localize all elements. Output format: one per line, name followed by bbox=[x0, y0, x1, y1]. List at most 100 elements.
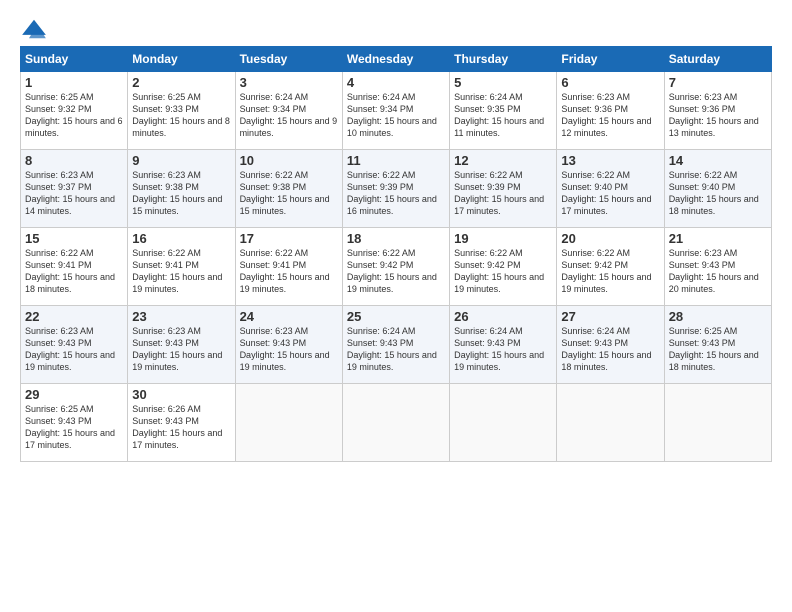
logo-icon bbox=[20, 18, 48, 40]
calendar-cell: 6Sunrise: 6:23 AMSunset: 9:36 PMDaylight… bbox=[557, 72, 664, 150]
cell-info: Sunrise: 6:24 AMSunset: 9:34 PMDaylight:… bbox=[240, 92, 338, 138]
cell-day-number: 20 bbox=[561, 231, 659, 246]
calendar-cell: 28 Sunrise: 6:25 AMSunset: 9:43 PMDayligh… bbox=[664, 306, 771, 384]
cell-day-number: 16 bbox=[132, 231, 230, 246]
cell-info: Sunrise: 6:22 AMSunset: 9:38 PMDaylight:… bbox=[240, 170, 330, 216]
calendar-cell: 13 Sunrise: 6:22 AMSunset: 9:40 PMDayligh… bbox=[557, 150, 664, 228]
calendar-cell: 15 Sunrise: 6:22 AMSunset: 9:41 PMDayligh… bbox=[21, 228, 128, 306]
calendar-cell: 23 Sunrise: 6:23 AMSunset: 9:43 PMDayligh… bbox=[128, 306, 235, 384]
cell-info: Sunrise: 6:23 AMSunset: 9:43 PMDaylight:… bbox=[132, 326, 222, 372]
calendar-cell: 19 Sunrise: 6:22 AMSunset: 9:42 PMDayligh… bbox=[450, 228, 557, 306]
cell-info: Sunrise: 6:22 AMSunset: 9:42 PMDaylight:… bbox=[347, 248, 437, 294]
day-header-friday: Friday bbox=[557, 47, 664, 72]
day-header-sunday: Sunday bbox=[21, 47, 128, 72]
cell-day-number: 15 bbox=[25, 231, 123, 246]
calendar-cell bbox=[450, 384, 557, 462]
cell-info: Sunrise: 6:24 AMSunset: 9:34 PMDaylight:… bbox=[347, 92, 437, 138]
cell-day-number: 19 bbox=[454, 231, 552, 246]
cell-day-number: 10 bbox=[240, 153, 338, 168]
cell-info: Sunrise: 6:25 AMSunset: 9:33 PMDaylight:… bbox=[132, 92, 230, 138]
cell-day-number: 2 bbox=[132, 75, 230, 90]
calendar-cell: 9 Sunrise: 6:23 AMSunset: 9:38 PMDaylight… bbox=[128, 150, 235, 228]
calendar-page: SundayMondayTuesdayWednesdayThursdayFrid… bbox=[0, 0, 792, 612]
calendar-week-row: 29 Sunrise: 6:25 AMSunset: 9:43 PMDayligh… bbox=[21, 384, 772, 462]
calendar-week-row: 22 Sunrise: 6:23 AMSunset: 9:43 PMDayligh… bbox=[21, 306, 772, 384]
cell-info: Sunrise: 6:23 AMSunset: 9:38 PMDaylight:… bbox=[132, 170, 222, 216]
calendar-cell: 14 Sunrise: 6:22 AMSunset: 9:40 PMDayligh… bbox=[664, 150, 771, 228]
cell-info: Sunrise: 6:24 AMSunset: 9:43 PMDaylight:… bbox=[454, 326, 544, 372]
calendar-cell: 12 Sunrise: 6:22 AMSunset: 9:39 PMDayligh… bbox=[450, 150, 557, 228]
calendar-cell: 17 Sunrise: 6:22 AMSunset: 9:41 PMDayligh… bbox=[235, 228, 342, 306]
calendar-cell: 5Sunrise: 6:24 AMSunset: 9:35 PMDaylight… bbox=[450, 72, 557, 150]
calendar-cell: 1Sunrise: 6:25 AMSunset: 9:32 PMDaylight… bbox=[21, 72, 128, 150]
cell-day-number: 23 bbox=[132, 309, 230, 324]
cell-info: Sunrise: 6:26 AMSunset: 9:43 PMDaylight:… bbox=[132, 404, 222, 450]
calendar-cell: 24 Sunrise: 6:23 AMSunset: 9:43 PMDayligh… bbox=[235, 306, 342, 384]
calendar-week-row: 1Sunrise: 6:25 AMSunset: 9:32 PMDaylight… bbox=[21, 72, 772, 150]
cell-day-number: 7 bbox=[669, 75, 767, 90]
cell-day-number: 18 bbox=[347, 231, 445, 246]
cell-day-number: 27 bbox=[561, 309, 659, 324]
cell-day-number: 22 bbox=[25, 309, 123, 324]
cell-day-number: 4 bbox=[347, 75, 445, 90]
cell-info: Sunrise: 6:23 AMSunset: 9:43 PMDaylight:… bbox=[240, 326, 330, 372]
calendar-week-row: 8Sunrise: 6:23 AMSunset: 9:37 PMDaylight… bbox=[21, 150, 772, 228]
day-header-saturday: Saturday bbox=[664, 47, 771, 72]
calendar-cell bbox=[342, 384, 449, 462]
calendar-cell: 10 Sunrise: 6:22 AMSunset: 9:38 PMDayligh… bbox=[235, 150, 342, 228]
calendar-cell: 22 Sunrise: 6:23 AMSunset: 9:43 PMDayligh… bbox=[21, 306, 128, 384]
calendar-cell: 16Sunrise: 6:22 AMSunset: 9:41 PMDayligh… bbox=[128, 228, 235, 306]
calendar-cell: 20Sunrise: 6:22 AMSunset: 9:42 PMDayligh… bbox=[557, 228, 664, 306]
cell-day-number: 9 bbox=[132, 153, 230, 168]
calendar-cell: 27Sunrise: 6:24 AMSunset: 9:43 PMDayligh… bbox=[557, 306, 664, 384]
calendar-cell bbox=[235, 384, 342, 462]
cell-info: Sunrise: 6:23 AMSunset: 9:43 PMDaylight:… bbox=[25, 326, 115, 372]
calendar-header-row: SundayMondayTuesdayWednesdayThursdayFrid… bbox=[21, 47, 772, 72]
cell-info: Sunrise: 6:23 AMSunset: 9:37 PMDaylight:… bbox=[25, 170, 115, 216]
day-header-tuesday: Tuesday bbox=[235, 47, 342, 72]
calendar-table: SundayMondayTuesdayWednesdayThursdayFrid… bbox=[20, 46, 772, 462]
cell-day-number: 12 bbox=[454, 153, 552, 168]
calendar-week-row: 15 Sunrise: 6:22 AMSunset: 9:41 PMDayligh… bbox=[21, 228, 772, 306]
cell-info: Sunrise: 6:25 AMSunset: 9:43 PMDaylight:… bbox=[669, 326, 759, 372]
cell-info: Sunrise: 6:25 AMSunset: 9:43 PMDaylight:… bbox=[25, 404, 115, 450]
calendar-cell: 7 Sunrise: 6:23 AMSunset: 9:36 PMDaylight… bbox=[664, 72, 771, 150]
cell-day-number: 29 bbox=[25, 387, 123, 402]
cell-info: Sunrise: 6:22 AMSunset: 9:39 PMDaylight:… bbox=[347, 170, 437, 216]
cell-day-number: 21 bbox=[669, 231, 767, 246]
cell-day-number: 30 bbox=[132, 387, 230, 402]
cell-day-number: 24 bbox=[240, 309, 338, 324]
cell-info: Sunrise: 6:24 AMSunset: 9:43 PMDaylight:… bbox=[347, 326, 437, 372]
cell-info: Sunrise: 6:23 AMSunset: 9:36 PMDaylight:… bbox=[561, 92, 651, 138]
cell-day-number: 13 bbox=[561, 153, 659, 168]
cell-info: Sunrise: 6:22 AMSunset: 9:41 PMDaylight:… bbox=[240, 248, 330, 294]
calendar-cell: 25Sunrise: 6:24 AMSunset: 9:43 PMDayligh… bbox=[342, 306, 449, 384]
cell-day-number: 1 bbox=[25, 75, 123, 90]
cell-info: Sunrise: 6:22 AMSunset: 9:40 PMDaylight:… bbox=[561, 170, 651, 216]
day-header-monday: Monday bbox=[128, 47, 235, 72]
cell-info: Sunrise: 6:22 AMSunset: 9:42 PMDaylight:… bbox=[454, 248, 544, 294]
calendar-cell: 11 Sunrise: 6:22 AMSunset: 9:39 PMDayligh… bbox=[342, 150, 449, 228]
day-header-wednesday: Wednesday bbox=[342, 47, 449, 72]
cell-day-number: 11 bbox=[347, 153, 445, 168]
cell-day-number: 28 bbox=[669, 309, 767, 324]
calendar-cell: 18 Sunrise: 6:22 AMSunset: 9:42 PMDayligh… bbox=[342, 228, 449, 306]
cell-day-number: 17 bbox=[240, 231, 338, 246]
cell-day-number: 26 bbox=[454, 309, 552, 324]
cell-info: Sunrise: 6:22 AMSunset: 9:40 PMDaylight:… bbox=[669, 170, 759, 216]
logo bbox=[20, 18, 52, 40]
calendar-cell bbox=[664, 384, 771, 462]
calendar-cell: 26 Sunrise: 6:24 AMSunset: 9:43 PMDayligh… bbox=[450, 306, 557, 384]
cell-day-number: 5 bbox=[454, 75, 552, 90]
header bbox=[20, 18, 772, 40]
cell-info: Sunrise: 6:22 AMSunset: 9:39 PMDaylight:… bbox=[454, 170, 544, 216]
cell-info: Sunrise: 6:22 AMSunset: 9:41 PMDaylight:… bbox=[25, 248, 115, 294]
calendar-cell: 8Sunrise: 6:23 AMSunset: 9:37 PMDaylight… bbox=[21, 150, 128, 228]
calendar-cell: 29 Sunrise: 6:25 AMSunset: 9:43 PMDayligh… bbox=[21, 384, 128, 462]
cell-info: Sunrise: 6:23 AMSunset: 9:36 PMDaylight:… bbox=[669, 92, 759, 138]
day-header-thursday: Thursday bbox=[450, 47, 557, 72]
calendar-cell: 2 Sunrise: 6:25 AMSunset: 9:33 PMDaylight… bbox=[128, 72, 235, 150]
cell-day-number: 3 bbox=[240, 75, 338, 90]
calendar-cell: 3 Sunrise: 6:24 AMSunset: 9:34 PMDaylight… bbox=[235, 72, 342, 150]
cell-day-number: 14 bbox=[669, 153, 767, 168]
